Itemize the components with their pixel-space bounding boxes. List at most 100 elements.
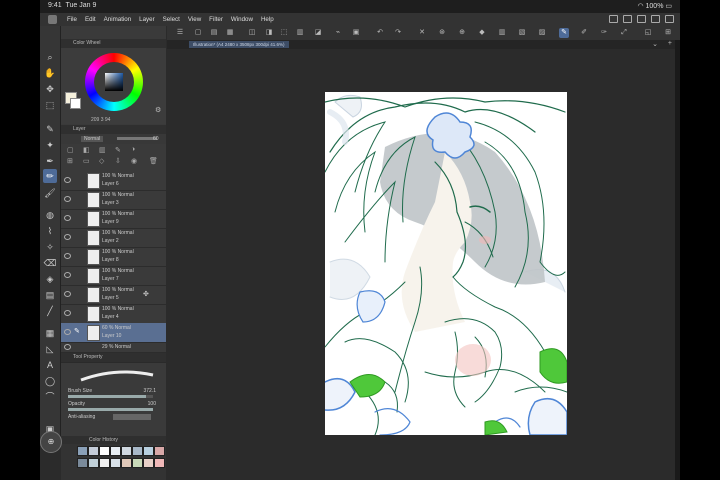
tab-add-icon[interactable]: + [668, 40, 672, 47]
menu-edit[interactable]: Edit [85, 16, 96, 23]
magic-wand-icon[interactable]: ✦ [43, 138, 57, 152]
layer-row[interactable]: 100 % Normal Layer 8 [61, 247, 166, 267]
layer-row[interactable]: 100 % Normal Layer 7 [61, 266, 166, 286]
drawing-canvas[interactable] [325, 92, 567, 435]
liquify-icon[interactable]: ⤢ [619, 28, 629, 38]
save-icon[interactable]: ▦ [225, 28, 235, 38]
opacity-slider[interactable] [68, 408, 153, 411]
brush-command-icon[interactable]: ✎ [559, 28, 569, 38]
new-vector-icon[interactable]: ◇ [99, 157, 104, 165]
visibility-eye-icon[interactable] [64, 329, 71, 335]
color-history-swatch[interactable] [143, 458, 154, 468]
share-icon[interactable] [651, 15, 660, 23]
sub-color-swatch[interactable] [70, 98, 81, 109]
layer-property-icon[interactable]: ◱ [643, 28, 653, 38]
visibility-eye-icon[interactable] [64, 215, 71, 221]
color-history-swatch[interactable] [110, 458, 121, 468]
selection-launcher-icon[interactable]: ⬚ [279, 28, 289, 38]
layer-row[interactable]: 100 % Normal Layer 2 [61, 228, 166, 248]
menu-icon[interactable]: ☰ [175, 28, 185, 38]
reference-icon[interactable]: ▥ [99, 146, 106, 154]
tool-property-title-bar[interactable]: Tool Property [61, 353, 166, 362]
companion-mode-icon[interactable] [637, 15, 646, 23]
visibility-eye-icon[interactable] [64, 196, 71, 202]
color-history-swatch[interactable] [99, 458, 110, 468]
color-history-swatch[interactable] [88, 458, 99, 468]
frame-icon[interactable]: ▦ [43, 326, 57, 340]
color-history-swatch[interactable] [132, 458, 143, 468]
new-icon[interactable]: ▢ [193, 28, 203, 38]
gradient-icon[interactable]: ▤ [43, 288, 57, 302]
balloon-icon[interactable]: ◯ [43, 374, 57, 388]
brush-icon[interactable]: 🖌 [43, 186, 57, 200]
color-history-swatch[interactable] [77, 446, 88, 456]
layer-row[interactable]: 100 % Normal Layer 5 ✤ [61, 285, 166, 305]
brush-size-slider[interactable] [68, 395, 153, 398]
invert-selection-icon[interactable]: ⊛ [437, 28, 447, 38]
new-layer-icon[interactable]: ⊞ [67, 157, 73, 165]
right-panel-edge[interactable] [675, 40, 680, 480]
crop-icon[interactable]: ▥ [497, 28, 507, 38]
antialiasing-selector[interactable] [113, 414, 151, 420]
eraser-command-icon[interactable]: ✐ [579, 28, 589, 38]
clear-icon[interactable]: ▥ [295, 28, 305, 38]
mask-command-icon[interactable]: ▨ [537, 28, 547, 38]
visibility-eye-icon[interactable] [64, 177, 71, 183]
layout-icon[interactable] [623, 15, 632, 23]
pressure-icon[interactable]: ⌁ [333, 28, 343, 38]
menu-filter[interactable]: Filter [209, 16, 223, 23]
visibility-eye-icon[interactable] [64, 344, 71, 350]
blend-icon[interactable]: ⌇ [43, 224, 57, 238]
visibility-eye-icon[interactable] [64, 253, 71, 259]
color-history-swatch[interactable] [154, 446, 165, 456]
visibility-eye-icon[interactable] [64, 234, 71, 240]
mask-icon[interactable]: ◑ [131, 146, 135, 153]
transparent-color-icon[interactable]: ✑ [599, 28, 609, 38]
menu-view[interactable]: View [188, 16, 201, 23]
layer-row[interactable]: 100 % Normal Layer 3 [61, 190, 166, 210]
color-history-swatch[interactable] [143, 446, 154, 456]
layer-opacity-slider[interactable] [117, 137, 157, 140]
fill-command-icon[interactable]: ◪ [313, 28, 323, 38]
clip-icon[interactable]: ◧ [83, 146, 90, 154]
menu-select[interactable]: Select [163, 16, 180, 23]
fill-icon[interactable]: ◈ [43, 272, 57, 286]
color-history-swatch[interactable] [77, 458, 88, 468]
layer-lock-icon[interactable]: ▢ [67, 146, 74, 154]
layer-row[interactable]: 100 % Normal Layer 9 [61, 209, 166, 229]
saturation-value-square[interactable] [105, 73, 123, 91]
menu-animation[interactable]: Animation [104, 16, 132, 23]
menu-window[interactable]: Window [231, 16, 253, 23]
open-icon[interactable]: ▤ [209, 28, 219, 38]
tablet-mode-icon[interactable] [609, 15, 618, 23]
redo-icon[interactable]: ↷ [393, 28, 403, 38]
text-icon[interactable]: A [43, 358, 57, 372]
color-history-swatch[interactable] [121, 458, 132, 468]
canvas-tab[interactable]: Illustration* (A4 2480 x 3508px 300dpi 4… [189, 41, 289, 48]
settings-icon[interactable] [665, 15, 674, 23]
blend-mode-select[interactable]: Normal [81, 136, 104, 142]
hand-icon[interactable]: ✋ [43, 66, 57, 80]
color-history-title-bar[interactable]: Color History [61, 436, 166, 444]
expand-selection-icon[interactable]: ⊕ [457, 28, 467, 38]
airbrush-icon[interactable]: ◍ [43, 208, 57, 222]
selection-icon[interactable]: ⬚ [43, 98, 57, 112]
color-history-swatch[interactable] [154, 458, 165, 468]
color-wheel[interactable] [85, 53, 143, 111]
app-logo-icon[interactable] [48, 15, 57, 24]
layer-row[interactable]: 100 % Normal Layer 4 [61, 304, 166, 324]
color-wheel-title-bar[interactable]: Color Wheel [61, 39, 166, 48]
layer-mask-icon[interactable]: ◉ [131, 157, 137, 165]
color-history-swatch[interactable] [110, 446, 121, 456]
color-history-swatch[interactable] [132, 446, 143, 456]
paint-bucket-icon[interactable]: ◆ [477, 28, 487, 38]
menu-file[interactable]: File [67, 16, 77, 23]
color-history-swatch[interactable] [88, 446, 99, 456]
edge-keyboard-button[interactable]: ⊕ [40, 431, 62, 453]
merge-down-icon[interactable]: ⇩ [115, 157, 121, 165]
visibility-eye-icon[interactable] [64, 310, 71, 316]
correct-line-icon[interactable]: ⌒ [43, 390, 57, 404]
visibility-eye-icon[interactable] [64, 272, 71, 278]
ruler-icon[interactable]: ◺ [43, 342, 57, 356]
layer-row[interactable]: 100 % Normal Layer 6 [61, 171, 166, 191]
